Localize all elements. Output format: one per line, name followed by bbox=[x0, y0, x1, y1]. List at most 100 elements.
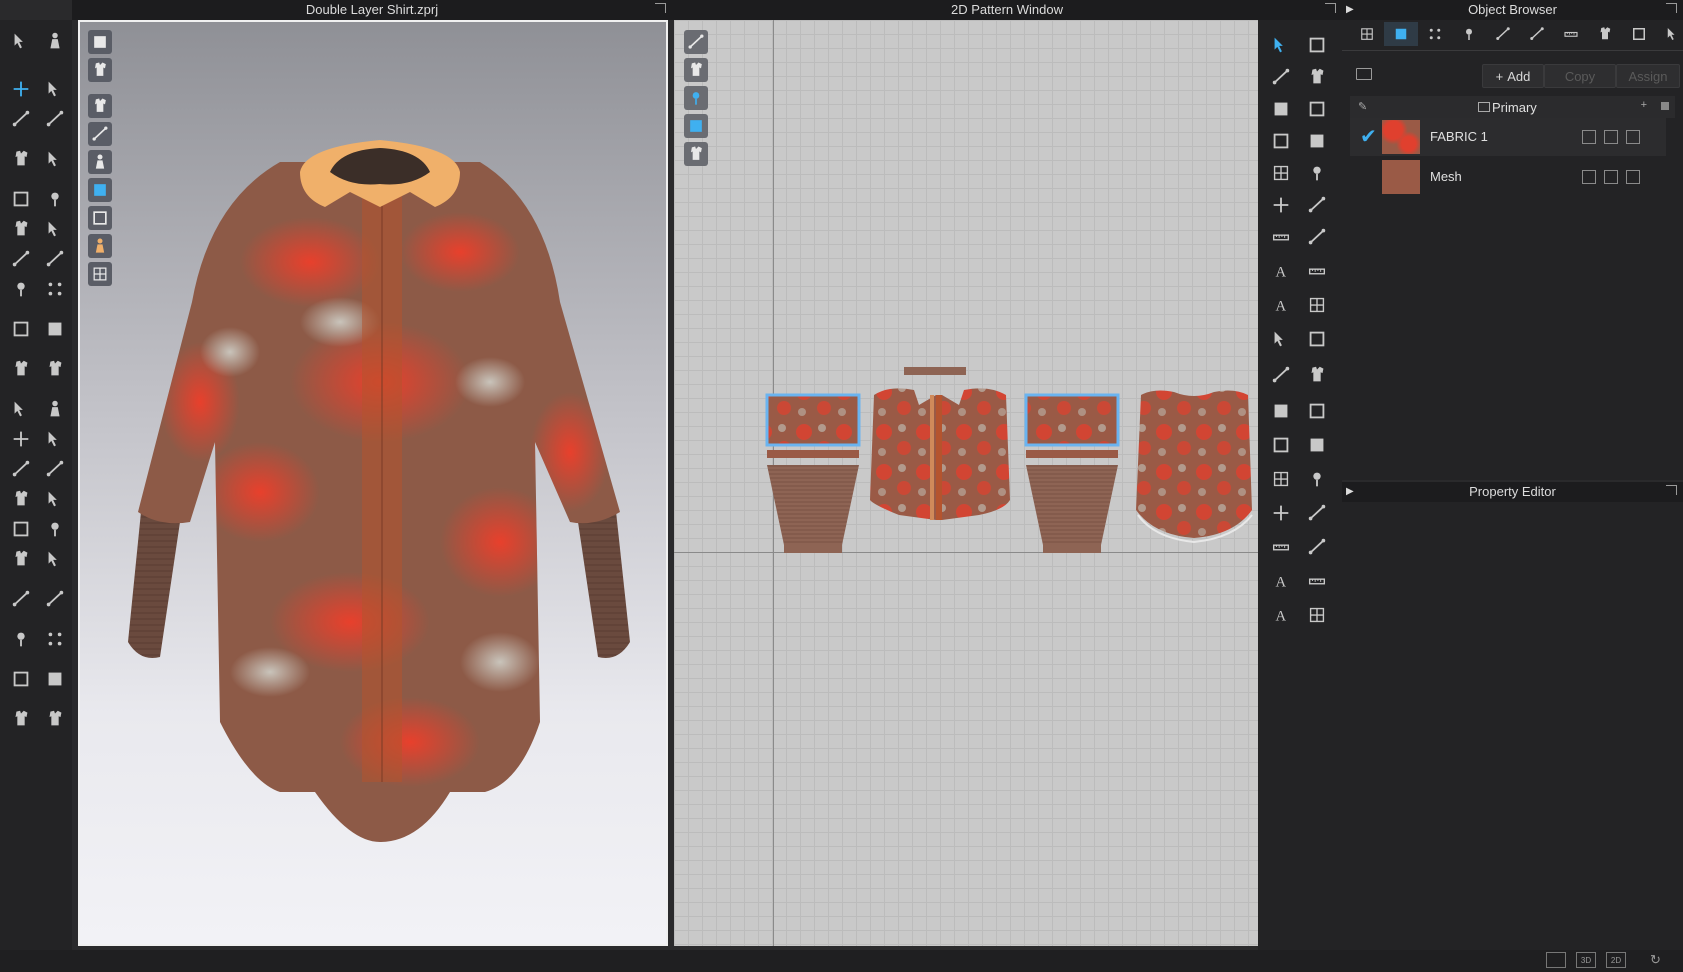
copy-icon[interactable] bbox=[1604, 130, 1618, 144]
grade-icon[interactable] bbox=[1304, 292, 1330, 318]
arrange-icon[interactable] bbox=[42, 356, 68, 382]
segment-icon[interactable] bbox=[1268, 160, 1294, 186]
select-mesh-icon[interactable] bbox=[8, 28, 34, 54]
pencil-icon[interactable]: ✎ bbox=[1358, 100, 1367, 113]
rectangle-icon[interactable] bbox=[1304, 96, 1330, 122]
garment-icon[interactable] bbox=[8, 486, 34, 512]
delete-icon[interactable] bbox=[1626, 170, 1640, 184]
mannequin-icon[interactable] bbox=[42, 546, 68, 572]
measure-icon[interactable] bbox=[8, 586, 34, 612]
select-icon[interactable] bbox=[42, 76, 68, 102]
group-menu-icon[interactable] bbox=[1661, 102, 1669, 110]
measure-icon[interactable] bbox=[8, 246, 34, 272]
popout-icon[interactable] bbox=[655, 3, 666, 13]
pin-icon[interactable] bbox=[42, 516, 68, 542]
polygon-icon[interactable] bbox=[1268, 398, 1294, 424]
fabric-icon[interactable] bbox=[42, 666, 68, 692]
transform-icon[interactable] bbox=[8, 76, 34, 102]
button-icon[interactable] bbox=[8, 626, 34, 652]
sewing-icon[interactable] bbox=[1304, 160, 1330, 186]
popout-icon[interactable] bbox=[1666, 485, 1677, 495]
view3d-viewport[interactable] bbox=[78, 20, 668, 946]
fold-icon[interactable] bbox=[42, 486, 68, 512]
zipper-icon[interactable] bbox=[8, 666, 34, 692]
arrange-icon[interactable] bbox=[42, 706, 68, 732]
transform-pattern-icon[interactable] bbox=[1268, 326, 1294, 352]
add-point-icon[interactable] bbox=[1304, 64, 1330, 90]
polygon-icon[interactable] bbox=[1268, 96, 1294, 122]
ruler-icon[interactable] bbox=[1268, 534, 1294, 560]
transform-pattern-icon[interactable] bbox=[1268, 32, 1294, 58]
simulate-icon[interactable] bbox=[42, 28, 68, 54]
list-item-mesh[interactable]: Mesh bbox=[1350, 158, 1666, 196]
simulate-icon[interactable] bbox=[42, 396, 68, 422]
sewing-free-icon[interactable] bbox=[1304, 224, 1330, 250]
grade-icon[interactable] bbox=[1304, 602, 1330, 628]
garment-icon[interactable] bbox=[8, 146, 34, 172]
tab-fabric-icon[interactable] bbox=[1384, 22, 1418, 46]
curve-point-icon[interactable] bbox=[1268, 362, 1294, 388]
popout-icon[interactable] bbox=[1666, 3, 1677, 13]
zipper-icon[interactable] bbox=[8, 316, 34, 342]
transform-icon[interactable] bbox=[8, 426, 34, 452]
expand-icon[interactable] bbox=[1582, 170, 1596, 184]
expand-icon[interactable] bbox=[1582, 130, 1596, 144]
avatar-icon[interactable] bbox=[8, 546, 34, 572]
dart-icon[interactable] bbox=[1304, 432, 1330, 458]
notch-icon[interactable] bbox=[1304, 192, 1330, 218]
fabric-icon[interactable] bbox=[42, 316, 68, 342]
tack-icon[interactable] bbox=[8, 516, 34, 542]
curve-point-icon[interactable] bbox=[1268, 64, 1294, 90]
tab-list-icon[interactable] bbox=[1350, 22, 1384, 46]
fold-icon[interactable] bbox=[42, 146, 68, 172]
add-button[interactable]: + Add bbox=[1482, 64, 1544, 88]
edit-pattern-icon[interactable] bbox=[1304, 326, 1330, 352]
group-header[interactable]: ✎ Primary + bbox=[1350, 96, 1675, 118]
fold-arrange-icon[interactable] bbox=[1268, 500, 1294, 526]
select-mesh-icon[interactable] bbox=[8, 396, 34, 422]
segment-icon[interactable] bbox=[1268, 466, 1294, 492]
seam-icon[interactable] bbox=[42, 246, 68, 272]
tab-next-icon[interactable] bbox=[1656, 22, 1683, 46]
fit-icon[interactable] bbox=[8, 706, 34, 732]
collapse-arrow-icon[interactable]: ▶ bbox=[1346, 482, 1354, 502]
add-point-icon[interactable] bbox=[1304, 362, 1330, 388]
list-item-fabric-1[interactable]: ✔ FABRIC 1 bbox=[1350, 118, 1666, 156]
sewing-line-icon[interactable] bbox=[1304, 258, 1330, 284]
button-icon[interactable] bbox=[8, 276, 34, 302]
tab-trim-icon[interactable] bbox=[1520, 22, 1554, 46]
pin-icon[interactable] bbox=[42, 186, 68, 212]
label-icon[interactable]: A bbox=[1268, 292, 1294, 318]
layout-single-button[interactable] bbox=[1546, 952, 1566, 968]
text-icon[interactable]: A bbox=[1268, 568, 1294, 594]
pattern-pieces[interactable] bbox=[674, 20, 1258, 946]
tab-seamtaping-icon[interactable] bbox=[1554, 22, 1588, 46]
tab-topstitch-icon[interactable] bbox=[1486, 22, 1520, 46]
view-3d-button[interactable]: 3D bbox=[1576, 952, 1596, 968]
edit-pattern-icon[interactable] bbox=[1304, 32, 1330, 58]
notch-icon[interactable] bbox=[1304, 500, 1330, 526]
delete-icon[interactable] bbox=[1626, 130, 1640, 144]
refresh-icon[interactable]: ↻ bbox=[1650, 952, 1661, 968]
rectangle-icon[interactable] bbox=[1304, 398, 1330, 424]
avatar-icon[interactable] bbox=[8, 216, 34, 242]
sewing-free-icon[interactable] bbox=[1304, 534, 1330, 560]
mannequin-icon[interactable] bbox=[42, 216, 68, 242]
buttonhole-icon[interactable] bbox=[42, 276, 68, 302]
ruler-icon[interactable] bbox=[1268, 224, 1294, 250]
brush-icon[interactable] bbox=[42, 106, 68, 132]
dart-icon[interactable] bbox=[1304, 128, 1330, 154]
fit-icon[interactable] bbox=[8, 356, 34, 382]
fold-arrange-icon[interactable] bbox=[1268, 192, 1294, 218]
checkmark-icon[interactable]: ✔ bbox=[1360, 124, 1377, 149]
label-icon[interactable]: A bbox=[1268, 602, 1294, 628]
view-2d-button[interactable]: 2D bbox=[1606, 952, 1626, 968]
tab-puckering-icon[interactable] bbox=[1588, 22, 1622, 46]
tab-button-icon[interactable] bbox=[1452, 22, 1486, 46]
select-icon[interactable] bbox=[42, 426, 68, 452]
tab-material-icon[interactable] bbox=[1418, 22, 1452, 46]
brush-icon[interactable] bbox=[42, 456, 68, 482]
assign-button[interactable]: Assign bbox=[1616, 64, 1680, 88]
garment-3d-model[interactable] bbox=[80, 22, 670, 948]
popout-icon[interactable] bbox=[1325, 3, 1336, 13]
